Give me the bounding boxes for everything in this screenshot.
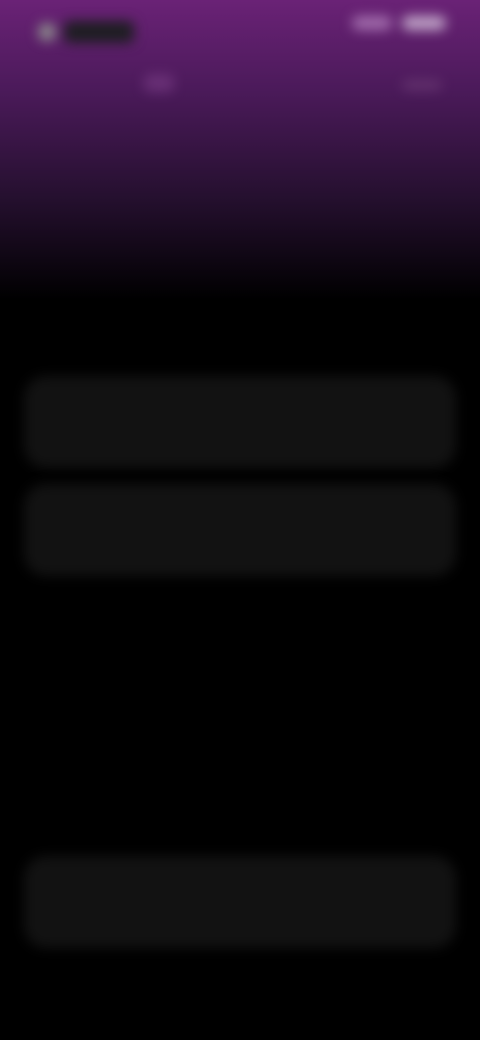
app-logo-icon bbox=[38, 23, 56, 41]
header-action-1[interactable] bbox=[352, 16, 392, 30]
app-logo[interactable] bbox=[38, 16, 138, 48]
header-actions bbox=[352, 16, 446, 30]
secondary-action-button[interactable] bbox=[24, 484, 456, 576]
nav-tab[interactable] bbox=[144, 74, 174, 92]
header-tag bbox=[402, 80, 442, 90]
header-action-2[interactable] bbox=[402, 16, 446, 30]
primary-action-button[interactable] bbox=[24, 376, 456, 468]
app-logo-wordmark bbox=[64, 21, 134, 43]
bottom-action-button[interactable] bbox=[24, 856, 456, 948]
